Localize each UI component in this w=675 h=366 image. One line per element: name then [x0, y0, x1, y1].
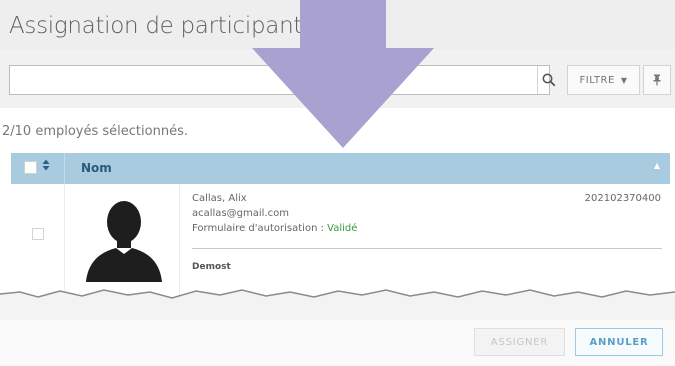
search-input[interactable]	[9, 65, 556, 95]
select-all-checkbox[interactable]	[24, 161, 37, 174]
collapse-icon[interactable]: ▲	[654, 161, 660, 170]
employee-email: acallas@gmail.com	[192, 208, 289, 219]
row-checkbox[interactable]	[32, 228, 44, 240]
authorization-status: Validé	[327, 223, 358, 234]
employee-id: 202102370400	[584, 193, 661, 204]
dialog-title: Assignation de participants	[9, 13, 314, 39]
dialog-footer: ASSIGNER ANNULER	[0, 320, 675, 366]
employee-name: Callas, Alix	[192, 193, 247, 204]
search-toolbar: FILTRE ▼	[0, 50, 675, 108]
table-header: Nom ▲	[11, 153, 670, 184]
filter-button[interactable]: FILTRE ▼	[567, 65, 640, 95]
pin-icon	[653, 74, 661, 86]
search-button[interactable]	[537, 66, 560, 94]
column-header-name[interactable]: Nom	[81, 161, 112, 175]
chevron-down-icon: ▼	[620, 75, 628, 85]
authorization-form-label: Formulaire d'autorisation :	[192, 223, 328, 234]
dialog-title-bar: Assignation de participants	[0, 0, 675, 50]
avatar	[76, 192, 171, 282]
employee-group: Demost	[192, 262, 231, 272]
authorization-form: Formulaire d'autorisation : Validé	[192, 223, 357, 234]
header-divider	[64, 153, 65, 184]
selection-summary: 2/10 employés sélectionnés.	[2, 124, 188, 139]
cancel-button[interactable]: ANNULER	[575, 328, 663, 356]
assign-participants-dialog: Assignation de participants FILTRE ▼ 2/1…	[0, 0, 675, 366]
filter-label: FILTRE	[579, 74, 615, 86]
assign-button[interactable]: ASSIGNER	[474, 328, 565, 356]
torn-edge-divider	[0, 289, 675, 320]
row-detail-divider	[192, 248, 662, 249]
sort-icon[interactable]	[42, 159, 50, 174]
search-icon	[542, 73, 556, 87]
pin-button[interactable]	[643, 65, 671, 95]
